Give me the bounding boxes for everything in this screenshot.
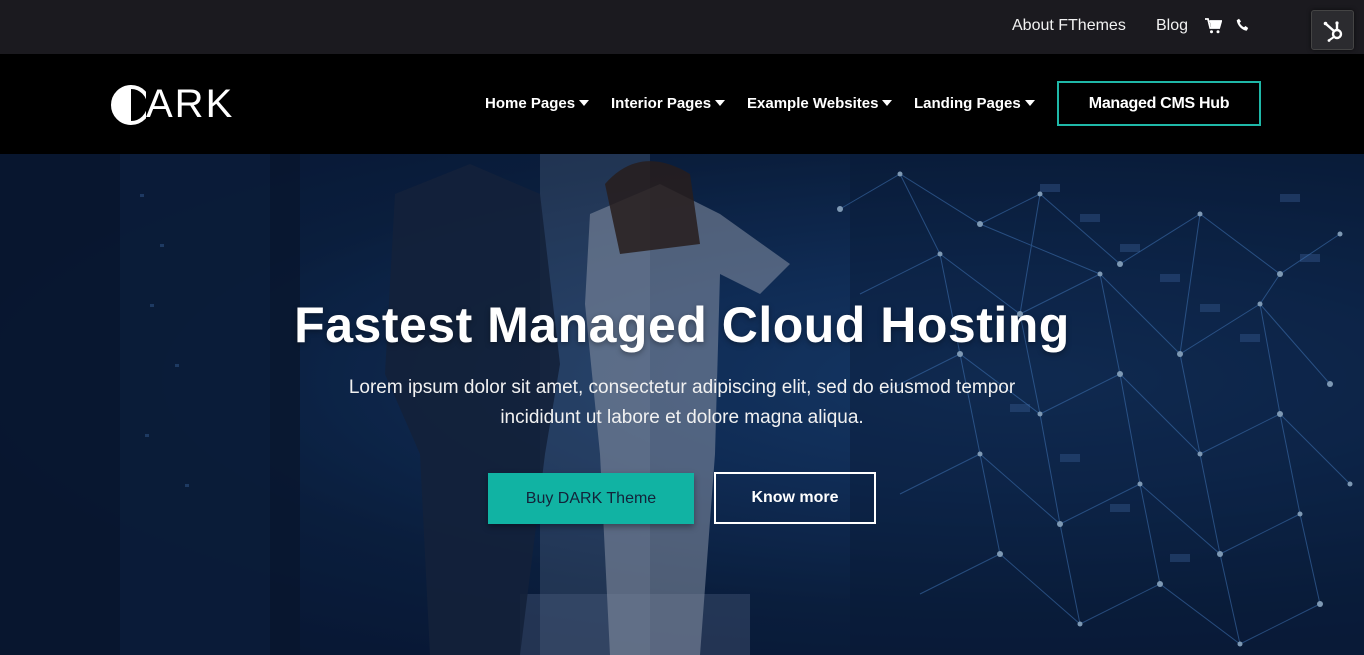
about-link[interactable]: About FThemes <box>1012 17 1126 35</box>
nav-landing-pages[interactable]: Landing Pages <box>914 95 1035 112</box>
hubspot-button[interactable] <box>1311 10 1354 50</box>
nav-interior-pages[interactable]: Interior Pages <box>611 95 726 112</box>
hero-section: Fastest Managed Cloud Hosting Lorem ipsu… <box>0 154 1364 655</box>
top-utility-bar: About FThemes Blog <box>0 0 1364 54</box>
logo-text: ARK <box>146 82 235 126</box>
caret-down-icon <box>1024 100 1035 106</box>
know-more-button[interactable]: Know more <box>714 472 876 524</box>
nav-home-pages[interactable]: Home Pages <box>485 95 590 112</box>
nav-label: Home Pages <box>485 95 576 112</box>
hubspot-icon <box>1323 21 1343 42</box>
nav-example-websites[interactable]: Example Websites <box>747 95 893 112</box>
nav-label: Example Websites <box>747 95 879 112</box>
blog-link[interactable]: Blog <box>1156 17 1188 35</box>
nav-label: Landing Pages <box>914 95 1021 112</box>
caret-down-icon <box>882 100 893 106</box>
nav-label: Interior Pages <box>611 95 712 112</box>
phone-icon[interactable] <box>1236 18 1250 32</box>
dark-logo[interactable]: ARK <box>110 82 270 127</box>
cart-icon[interactable] <box>1205 18 1222 34</box>
buy-dark-theme-button[interactable]: Buy DARK Theme <box>488 473 694 524</box>
hero-subtitle: Lorem ipsum dolor sit amet, consectetur … <box>348 377 1016 428</box>
hero-title: Fastest Managed Cloud Hosting <box>294 297 1070 353</box>
caret-down-icon <box>715 100 726 106</box>
main-header: ARK Home Pages Interior Pages Example We… <box>0 54 1364 154</box>
managed-cms-hub-button[interactable]: Managed CMS Hub <box>1057 81 1261 126</box>
logo-mark-icon <box>111 85 146 125</box>
caret-down-icon <box>579 100 590 106</box>
